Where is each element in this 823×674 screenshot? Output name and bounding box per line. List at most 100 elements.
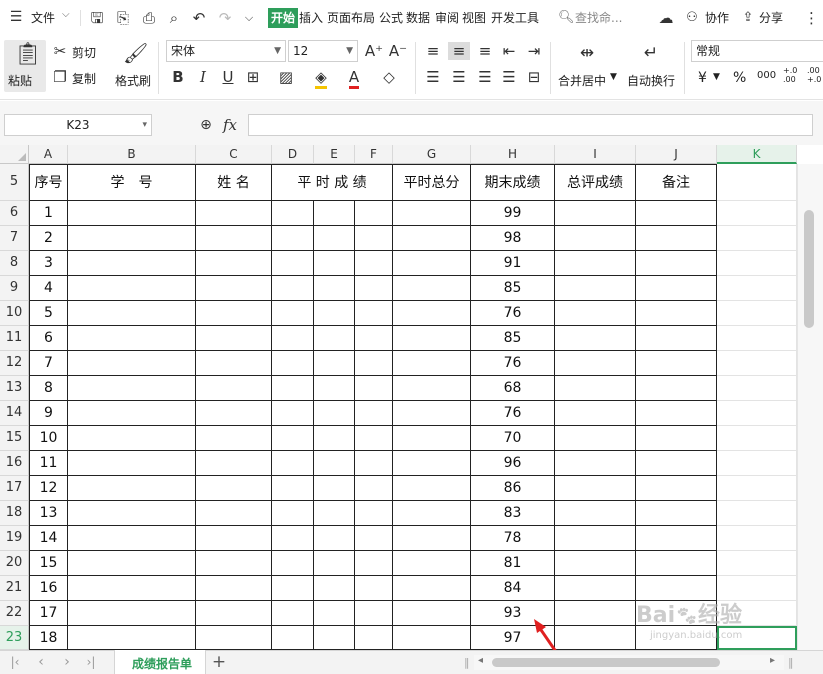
cell-k[interactable]	[717, 226, 797, 251]
table-cell[interactable]	[393, 526, 471, 551]
justify-icon[interactable]: ☰	[500, 68, 518, 86]
table-cell[interactable]	[272, 351, 314, 376]
cell-seq[interactable]: 12	[29, 476, 68, 501]
table-cell[interactable]	[355, 601, 393, 626]
table-cell[interactable]	[314, 201, 355, 226]
table-cell[interactable]	[196, 376, 272, 401]
header-overall-score[interactable]: 总评成绩	[555, 164, 636, 201]
table-cell[interactable]	[393, 351, 471, 376]
table-cell[interactable]	[355, 451, 393, 476]
table-cell[interactable]	[196, 351, 272, 376]
row-header[interactable]: 6	[0, 201, 29, 226]
percent-button[interactable]: %	[733, 70, 746, 86]
table-cell[interactable]	[68, 476, 196, 501]
row-header[interactable]: 21	[0, 576, 29, 601]
table-cell[interactable]	[314, 251, 355, 276]
number-format-select[interactable]: 常规	[691, 40, 823, 62]
fx-icon[interactable]: fx	[223, 116, 237, 134]
splitter-handle-icon[interactable]: ‖	[464, 656, 470, 669]
table-cell[interactable]	[393, 276, 471, 301]
table-cell[interactable]	[636, 301, 717, 326]
row-header[interactable]: 10	[0, 301, 29, 326]
chevron-down-icon[interactable]: ▼	[713, 72, 720, 82]
table-cell[interactable]	[355, 576, 393, 601]
table-cell[interactable]	[393, 501, 471, 526]
table-cell[interactable]	[196, 551, 272, 576]
align-right-icon[interactable]: ☰	[476, 68, 494, 86]
font-size-select[interactable]: 12 ▼	[288, 40, 358, 62]
formula-input[interactable]	[248, 114, 813, 136]
table-cell[interactable]	[393, 201, 471, 226]
table-cell[interactable]	[196, 526, 272, 551]
cell-k[interactable]	[717, 351, 797, 376]
cell-final-score[interactable]: 84	[471, 576, 555, 601]
share-icon[interactable]: ⇪	[740, 9, 756, 27]
table-cell[interactable]	[393, 376, 471, 401]
cell-k[interactable]	[717, 526, 797, 551]
table-cell[interactable]	[68, 526, 196, 551]
table-cell[interactable]	[393, 226, 471, 251]
cell-k[interactable]	[717, 276, 797, 301]
table-cell[interactable]	[314, 301, 355, 326]
table-cell[interactable]	[196, 626, 272, 650]
table-cell[interactable]	[314, 576, 355, 601]
splitter-handle-icon[interactable]: ‖	[788, 656, 794, 669]
tab-5[interactable]: 数据	[406, 9, 430, 26]
table-cell[interactable]	[272, 276, 314, 301]
cell-seq[interactable]: 3	[29, 251, 68, 276]
table-cell[interactable]	[636, 476, 717, 501]
table-cell[interactable]	[196, 451, 272, 476]
row-header[interactable]: 20	[0, 551, 29, 576]
cell-seq[interactable]: 11	[29, 451, 68, 476]
table-cell[interactable]	[314, 451, 355, 476]
table-cell[interactable]	[196, 426, 272, 451]
table-cell[interactable]	[555, 351, 636, 376]
header-name[interactable]: 姓 名	[196, 164, 272, 201]
cell-seq[interactable]: 5	[29, 301, 68, 326]
cell-final-score[interactable]: 91	[471, 251, 555, 276]
table-cell[interactable]	[68, 226, 196, 251]
table-cell[interactable]	[68, 601, 196, 626]
cell-k[interactable]	[717, 501, 797, 526]
cell-k[interactable]	[717, 426, 797, 451]
table-cell[interactable]	[636, 201, 717, 226]
table-cell[interactable]	[636, 526, 717, 551]
cloud-icon[interactable]: ☁	[657, 9, 675, 27]
table-cell[interactable]	[393, 326, 471, 351]
table-cell[interactable]	[393, 626, 471, 650]
row-header[interactable]: 17	[0, 476, 29, 501]
decrease-decimal-button[interactable]: .00 +.0	[807, 66, 823, 84]
table-cell[interactable]	[68, 301, 196, 326]
cell-seq[interactable]: 16	[29, 576, 68, 601]
paste-button[interactable]: 📋︎ 粘贴	[4, 40, 46, 92]
share-button[interactable]: 分享	[759, 9, 783, 26]
table-cell[interactable]	[68, 451, 196, 476]
header-regular-score[interactable]: 平 时 成 绩	[272, 164, 393, 201]
table-cell[interactable]	[555, 251, 636, 276]
chevron-down-icon[interactable]: ▼	[610, 72, 617, 82]
cell-final-score[interactable]: 76	[471, 301, 555, 326]
table-cell[interactable]	[68, 376, 196, 401]
search-input[interactable]: 查找命...	[575, 9, 622, 26]
add-sheet-icon[interactable]: +	[210, 653, 228, 671]
cell-seq[interactable]: 1	[29, 201, 68, 226]
cell-seq[interactable]: 4	[29, 276, 68, 301]
table-cell[interactable]	[272, 551, 314, 576]
scrollbar-thumb[interactable]	[804, 210, 814, 328]
table-cell[interactable]	[272, 626, 314, 650]
table-cell[interactable]	[355, 401, 393, 426]
table-cell[interactable]	[555, 401, 636, 426]
table-cell[interactable]	[636, 401, 717, 426]
distribute-icon[interactable]: ⊟	[525, 68, 543, 86]
cell-seq[interactable]: 17	[29, 601, 68, 626]
table-cell[interactable]	[272, 501, 314, 526]
table-cell[interactable]	[314, 401, 355, 426]
header-regular-total[interactable]: 平时总分	[393, 164, 471, 201]
table-cell[interactable]	[314, 526, 355, 551]
more-icon[interactable]: ⋮	[804, 9, 819, 27]
table-cell[interactable]	[68, 551, 196, 576]
clear-format-icon[interactable]: ◇	[380, 68, 398, 86]
cell-seq[interactable]: 15	[29, 551, 68, 576]
table-cell[interactable]	[555, 276, 636, 301]
cell-k[interactable]	[717, 201, 797, 226]
